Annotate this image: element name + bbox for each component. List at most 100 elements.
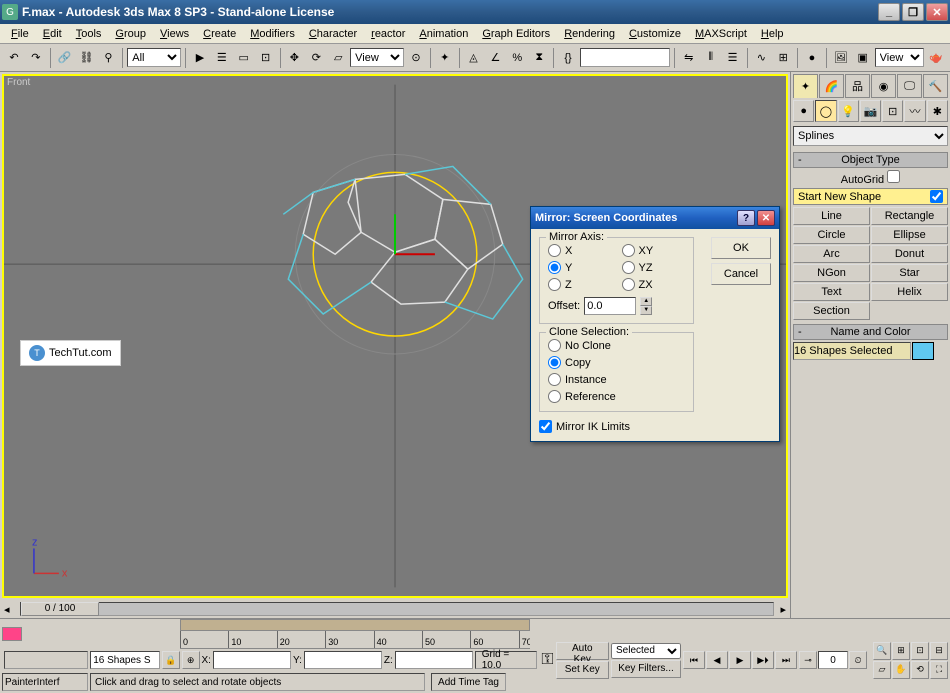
axis-y-radio[interactable]: Y [548, 261, 612, 274]
systems-subtab[interactable]: ✱ [927, 100, 948, 122]
mirror-button[interactable]: ⇋ [679, 47, 699, 69]
close-button[interactable]: ✕ [926, 3, 948, 21]
named-selset-input[interactable] [580, 48, 670, 67]
unlink-button[interactable]: ⛓ [77, 47, 97, 69]
align-button[interactable]: ⫴ [701, 47, 721, 69]
manipulate-button[interactable]: ✦ [435, 47, 455, 69]
shapes-subtab[interactable]: ◯ [815, 100, 836, 122]
abs-transform-button[interactable]: ⊕ [182, 651, 200, 669]
snap-button[interactable]: ◬ [464, 47, 484, 69]
link-button[interactable]: 🔗 [55, 47, 75, 69]
percent-snap-button[interactable]: % [507, 47, 527, 69]
render-preset[interactable]: View [875, 48, 924, 67]
menu-character[interactable]: Character [302, 26, 364, 42]
menu-file[interactable]: File [4, 26, 36, 42]
timeslider-next[interactable]: ▸ [774, 603, 786, 616]
menu-group[interactable]: Group [108, 26, 153, 42]
next-frame-button[interactable]: ▶⏵ [752, 651, 774, 669]
shape-text-button[interactable]: Text [793, 283, 870, 301]
render-scene-button[interactable]: 🖼 [831, 47, 851, 69]
select-name-button[interactable]: ☰ [212, 47, 232, 69]
select-rect-button[interactable]: ▭ [234, 47, 254, 69]
scale-button[interactable]: ▱ [328, 47, 348, 69]
lock-button[interactable]: 🔒 [162, 651, 180, 669]
menu-customize[interactable]: Customize [622, 26, 688, 42]
object-name-field[interactable] [793, 342, 911, 360]
schematic-button[interactable]: ⊞ [773, 47, 793, 69]
material-button[interactable]: ● [802, 47, 822, 69]
goto-start-button[interactable]: ⏮ [683, 651, 705, 669]
window-crossing-button[interactable]: ⊡ [256, 47, 276, 69]
zoom-button[interactable]: 🔍 [873, 642, 891, 660]
layers-button[interactable]: ☰ [723, 47, 743, 69]
axis-yz-radio[interactable]: YZ [622, 261, 686, 274]
time-tag[interactable]: Add Time Tag [431, 673, 506, 691]
category-dropdown[interactable]: Splines [793, 126, 948, 146]
menu-reactor[interactable]: reactor [364, 26, 412, 42]
hierarchy-tab[interactable]: 品 [845, 74, 870, 98]
motion-tab[interactable]: ◉ [871, 74, 896, 98]
cameras-subtab[interactable]: 📷 [860, 100, 881, 122]
axis-xy-radio[interactable]: XY [622, 244, 686, 257]
play-button[interactable]: ▶ [729, 651, 751, 669]
curve-editor-button[interactable]: ∿ [751, 47, 771, 69]
render-button[interactable]: 🫖 [926, 47, 946, 69]
selection-filter[interactable]: All [127, 48, 181, 67]
menu-maxscript[interactable]: MAXScript [688, 26, 754, 42]
clone-no-clone-radio[interactable]: No Clone [548, 339, 685, 352]
zoom-extents-button[interactable]: ⊡ [911, 642, 929, 660]
timeslider-prev[interactable]: ◂ [4, 603, 16, 616]
fov-button[interactable]: ▱ [873, 661, 891, 679]
ref-coordsys[interactable]: View [350, 48, 404, 67]
setkey-button[interactable]: Set Key [556, 661, 609, 679]
zoom-all-button[interactable]: ⊞ [892, 642, 910, 660]
shape-rectangle-button[interactable]: Rectangle [871, 207, 948, 225]
axis-x-radio[interactable]: X [548, 244, 612, 257]
trackbar-key[interactable] [2, 627, 22, 641]
shape-circle-button[interactable]: Circle [793, 226, 870, 244]
minmax-button[interactable]: ⛶ [930, 661, 948, 679]
pivot-button[interactable]: ⊙ [406, 47, 426, 69]
time-track[interactable]: 0 / 100 [20, 602, 774, 616]
z-coord[interactable] [395, 651, 473, 669]
shape-section-button[interactable]: Section [793, 302, 870, 320]
pan-button[interactable]: ✋ [892, 661, 910, 679]
time-thumb[interactable]: 0 / 100 [21, 602, 99, 616]
offset-spin-down[interactable]: ▼ [640, 306, 652, 315]
autogrid-checkbox[interactable] [887, 170, 900, 183]
cancel-button[interactable]: Cancel [711, 263, 771, 285]
spinner-snap-button[interactable]: ⧗ [529, 47, 549, 69]
redo-button[interactable]: ↷ [26, 47, 46, 69]
offset-spin-up[interactable]: ▲ [640, 297, 652, 306]
shape-star-button[interactable]: Star [871, 264, 948, 282]
autokey-button[interactable]: Auto Key [556, 642, 609, 660]
menu-graph-editors[interactable]: Graph Editors [475, 26, 557, 42]
time-slider[interactable]: ◂ 0 / 100 ▸ [0, 600, 790, 618]
y-coord[interactable] [304, 651, 382, 669]
dialog-titlebar[interactable]: Mirror: Screen Coordinates ? ✕ [531, 207, 779, 229]
time-config-button[interactable]: ⏲ [849, 651, 867, 669]
menu-edit[interactable]: Edit [36, 26, 69, 42]
current-frame[interactable] [818, 651, 848, 669]
menu-animation[interactable]: Animation [412, 26, 475, 42]
axis-zx-radio[interactable]: ZX [622, 278, 686, 291]
bind-button[interactable]: ⚲ [98, 47, 118, 69]
menu-modifiers[interactable]: Modifiers [243, 26, 302, 42]
keymode-toggle[interactable]: ⊸ [799, 651, 817, 669]
zoom-extents-all-button[interactable]: ⊟ [930, 642, 948, 660]
helpers-subtab[interactable]: ⊡ [882, 100, 903, 122]
move-button[interactable]: ✥ [284, 47, 304, 69]
object-color-swatch[interactable] [912, 342, 934, 360]
mirror-ik-check[interactable]: Mirror IK Limits [539, 420, 694, 433]
shape-helix-button[interactable]: Helix [871, 283, 948, 301]
prev-frame-button[interactable]: ◀ [706, 651, 728, 669]
minimize-button[interactable]: _ [878, 3, 900, 21]
clone-reference-radio[interactable]: Reference [548, 390, 685, 403]
spacewarps-subtab[interactable]: 〰 [904, 100, 925, 122]
display-tab[interactable]: 🖵 [897, 74, 922, 98]
maximize-button[interactable]: ❐ [902, 3, 924, 21]
rotate-button[interactable]: ⟳ [306, 47, 326, 69]
ok-button[interactable]: OK [711, 237, 771, 259]
x-coord[interactable] [213, 651, 291, 669]
menu-views[interactable]: Views [153, 26, 196, 42]
